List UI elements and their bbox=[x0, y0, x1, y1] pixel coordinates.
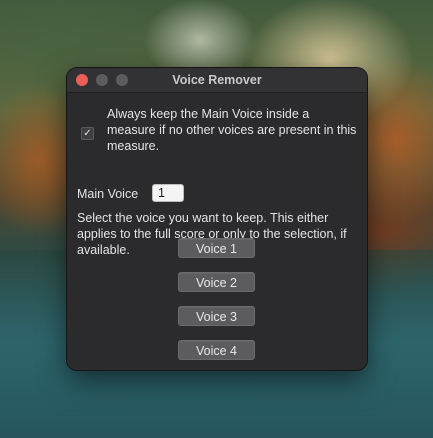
voice-remover-dialog: Voice Remover ✓ Always keep the Main Voi… bbox=[67, 68, 367, 370]
keep-main-voice-label: Always keep the Main Voice inside a meas… bbox=[107, 107, 357, 153]
dialog-content: ✓ Always keep the Main Voice inside a me… bbox=[67, 93, 367, 370]
voice-2-button[interactable]: Voice 2 bbox=[178, 272, 255, 292]
voice-4-button[interactable]: Voice 4 bbox=[178, 340, 255, 360]
voice-1-button[interactable]: Voice 1 bbox=[178, 238, 255, 258]
checkmark-icon: ✓ bbox=[83, 128, 92, 139]
voice-3-button[interactable]: Voice 3 bbox=[178, 306, 255, 326]
title-bar[interactable]: Voice Remover bbox=[67, 68, 367, 93]
main-voice-input[interactable] bbox=[152, 184, 184, 202]
window-title: Voice Remover bbox=[172, 73, 262, 87]
main-voice-label: Main Voice bbox=[77, 187, 139, 201]
keep-main-voice-checkbox[interactable]: ✓ bbox=[81, 127, 94, 140]
